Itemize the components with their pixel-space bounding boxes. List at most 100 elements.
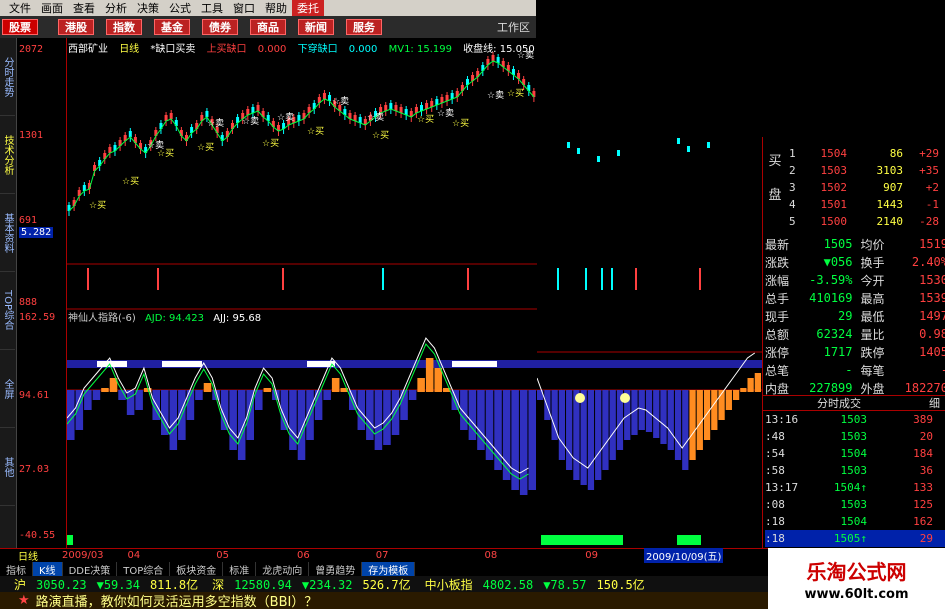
menu-formula[interactable]: 公式: [164, 0, 196, 16]
indicator-title: 神仙人指路(-6): [68, 313, 136, 324]
menu-tools[interactable]: 工具: [196, 0, 228, 16]
tab-save-template[interactable]: 存为模板: [362, 561, 416, 577]
nav-tab-other[interactable]: 其他: [0, 428, 15, 506]
y-label-ind-mid: 94.61: [19, 390, 50, 401]
trade-volume: 133: [913, 481, 933, 494]
stat-value: 1405: [919, 345, 945, 359]
signal-bar: [282, 268, 284, 290]
index-change: ▼78.57: [543, 577, 587, 592]
indicator-bar: [587, 390, 595, 490]
tab-sector-funds[interactable]: 板块资金: [170, 561, 224, 577]
hk-stock-button[interactable]: 港股: [58, 19, 94, 35]
green-signal: [677, 535, 701, 545]
fund-button[interactable]: 基金: [154, 19, 190, 35]
ajj-value: AJJ: 95.68: [213, 313, 262, 324]
orderbook-row[interactable]: 2 1503 3103 +35: [763, 162, 945, 179]
orderbook-row[interactable]: 1 1504 86 +29: [763, 145, 945, 162]
trades-title[interactable]: 分时成交: [817, 395, 861, 411]
service-button[interactable]: 服务: [346, 19, 382, 35]
commodity-button[interactable]: 商品: [250, 19, 286, 35]
stat-key: 涨停: [765, 345, 790, 360]
orderbook-level: 2: [789, 164, 796, 177]
close-value: 收盘线: 15.050: [463, 44, 535, 55]
orderbook-row[interactable]: 5 1500 2140 -28: [763, 213, 945, 230]
nav-tab-fundamental[interactable]: 基本资料: [0, 194, 15, 272]
menu-order[interactable]: 委托: [292, 0, 324, 16]
orderbook-change: -1: [925, 198, 939, 211]
menu-window[interactable]: 窗口: [228, 0, 260, 16]
orderbook-row[interactable]: 4 1501 1443 -1: [763, 196, 945, 213]
stat-value: 1505: [823, 237, 853, 251]
bond-button[interactable]: 债券: [202, 19, 238, 35]
menu-help[interactable]: 帮助: [260, 0, 292, 16]
orderbook-row[interactable]: 3 1502 907 +2: [763, 179, 945, 196]
menu-file[interactable]: 文件: [4, 0, 36, 16]
tab-standard[interactable]: 标准: [223, 561, 257, 577]
tab-indicator[interactable]: 指标: [0, 561, 33, 577]
stat-value: 2.40%: [911, 255, 945, 269]
stat-key: 涨跌: [765, 255, 790, 270]
date-tick: 08: [484, 550, 498, 561]
index-button[interactable]: 指数: [106, 19, 142, 35]
tab-top[interactable]: TOP综合: [117, 561, 171, 577]
indicator-bar: [195, 390, 203, 400]
indicator-bar: [323, 390, 331, 400]
up-gap-value: 0.000: [257, 44, 287, 55]
date-tick: 2009/03: [62, 550, 104, 561]
y-label-high: 2072: [19, 44, 44, 55]
orderbook-level: 4: [789, 198, 796, 211]
candle-body: [256, 105, 260, 111]
orderbook-change: +29: [919, 147, 939, 160]
menu-decision[interactable]: 决策: [132, 0, 164, 16]
stock-button[interactable]: 股票: [2, 19, 38, 35]
trade-row: :18 1504 162: [765, 513, 945, 530]
signal-bar: [601, 268, 603, 290]
stat-value: -: [896, 363, 945, 377]
workspace-label[interactable]: 工作区: [497, 19, 530, 35]
trade-time: :18: [765, 532, 785, 545]
menu-view-screen[interactable]: 画面: [36, 0, 68, 16]
stat-key: 总手: [765, 291, 790, 306]
news-ticker[interactable]: ★ 路演直播，教你如何灵活运用多空指数（BBI）？: [0, 592, 768, 609]
nav-tab-technical[interactable]: 技术分析: [0, 116, 15, 194]
nav-tab-timeshare[interactable]: 分时走势: [0, 38, 15, 116]
y-label-low: 691: [19, 215, 38, 226]
site-watermark: 乐淘公式网 www.60lt.com: [768, 548, 945, 609]
sell-marker: ☆卖: [437, 108, 454, 119]
index-item[interactable]: 沪 3050.23 ▼59.34 811.8亿: [14, 576, 198, 593]
nav-tab-top[interactable]: TOP综合: [0, 272, 15, 350]
menu-analysis[interactable]: 分析: [100, 0, 132, 16]
trade-time: :18: [765, 515, 785, 528]
kline-chart[interactable]: ☆买☆买☆买☆买 ☆买☆买 ☆买☆买 ☆买☆买☆卖☆卖 ☆卖 ☆卖☆卖☆卖 ☆卖☆卖☆卖: [67, 38, 537, 548]
signal-bar: [467, 268, 469, 290]
orderbook-price: 1503: [820, 164, 848, 177]
tab-kline[interactable]: K线: [33, 561, 63, 577]
orderbook-price: 1504: [820, 147, 848, 160]
stat-value: 0.98: [919, 327, 945, 341]
tab-dde[interactable]: DDE决策: [63, 561, 118, 577]
candle-body: [491, 55, 495, 61]
buy-marker: ☆买: [307, 126, 324, 137]
market-toolbar: 股票 港股 指数 基金 债券 商品 新闻 服务 工作区: [0, 16, 536, 38]
indicator-bar: [566, 390, 573, 470]
watermark-title: 乐淘公式网: [806, 560, 907, 584]
ticker-text[interactable]: 路演直播，教你如何灵活运用多空指数（BBI）？: [36, 591, 318, 609]
indicator-bar: [203, 383, 212, 392]
indicator-white-band: [162, 361, 202, 367]
candle-body: [687, 146, 690, 152]
signal-bar: [557, 268, 559, 290]
index-item[interactable]: 中小板指 4802.58 ▼78.57 150.5亿: [425, 576, 645, 593]
news-button[interactable]: 新闻: [298, 19, 334, 35]
index-item[interactable]: 深 12580.94 ▼234.32 526.7亿: [212, 576, 411, 593]
nav-tab-fullscreen[interactable]: 全屏: [0, 350, 15, 428]
stat-key: 今开: [860, 273, 885, 288]
down-gap-label: 下穿缺口: [297, 44, 338, 55]
candle-body: [128, 131, 132, 137]
trades-detail-tab[interactable]: 细: [929, 395, 940, 411]
mv1-value: MV1: 15.199: [388, 44, 452, 55]
tab-zengyong-trend[interactable]: 曾勇趋势: [309, 561, 363, 577]
menu-view[interactable]: 查看: [68, 0, 100, 16]
tab-dragon-tiger[interactable]: 龙虎动向: [256, 561, 310, 577]
buy-marker: ☆买: [262, 138, 279, 149]
indicator-bar: [653, 390, 660, 438]
